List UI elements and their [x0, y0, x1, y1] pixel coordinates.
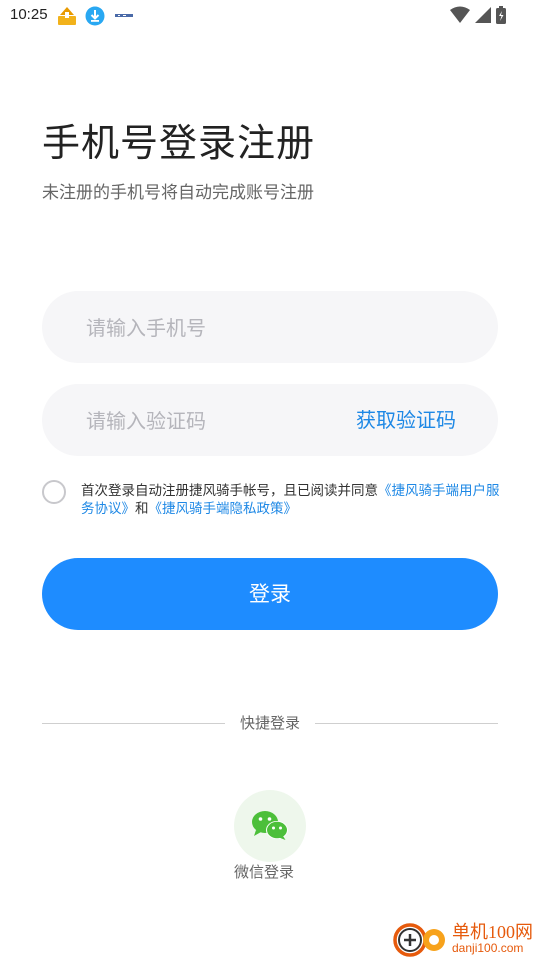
- page-title: 手机号登录注册: [42, 121, 316, 165]
- wechat-login-button[interactable]: [234, 790, 306, 862]
- agreement-text: 首次登录自动注册捷风骑手帐号，且已阅读并同意《捷风骑手端用户服务协议》和《捷风骑…: [81, 482, 501, 518]
- wechat-icon: [252, 811, 288, 840]
- status-time: 10:25: [10, 6, 48, 23]
- status-bar: 10:25: [0, 0, 540, 32]
- battery-charging-icon: [496, 6, 506, 24]
- get-code-button[interactable]: 获取验证码: [356, 384, 456, 456]
- page-subtitle: 未注册的手机号将自动完成账号注册: [42, 183, 314, 203]
- watermark-logo-icon: [393, 923, 445, 957]
- agreement-checkbox[interactable]: [42, 480, 66, 504]
- login-button[interactable]: 登录: [42, 558, 498, 630]
- agreement-prefix: 首次登录自动注册捷风骑手帐号，且已阅读并同意: [81, 483, 378, 499]
- download-icon: [85, 6, 105, 26]
- app-notification-icon: [58, 7, 76, 25]
- phone-field[interactable]: [42, 291, 498, 365]
- wechat-login-label: 微信登录: [233, 863, 294, 881]
- code-field[interactable]: 获取验证码: [42, 384, 498, 458]
- quick-login-divider: 快捷登录: [42, 712, 498, 734]
- signal-icon: [475, 7, 491, 23]
- verification-code-input[interactable]: [84, 384, 348, 458]
- agreement-conjunction: 和: [135, 501, 149, 517]
- watermark-url: danji100.com: [452, 941, 524, 955]
- small-logo-icon: [115, 14, 133, 17]
- phone-input[interactable]: [84, 291, 348, 365]
- divider-line-right: [315, 723, 498, 724]
- privacy-policy-link[interactable]: 《捷风骑手端隐私政策》: [149, 501, 298, 517]
- watermark: 单机100网 danji100.com: [390, 918, 540, 960]
- wifi-icon: [450, 6, 470, 23]
